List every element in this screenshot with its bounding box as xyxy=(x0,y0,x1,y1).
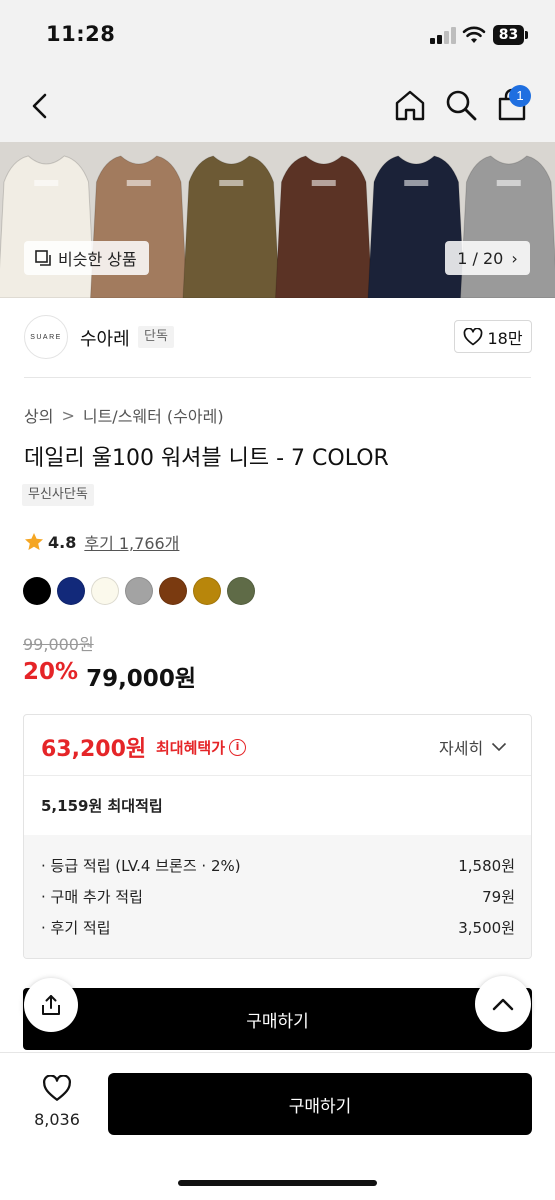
max-points: 5,159원 최대적립 xyxy=(41,797,163,815)
home-indicator xyxy=(178,1180,377,1186)
brand-row: SUARE 수아레 단독 18만 xyxy=(0,298,555,378)
clothing-label xyxy=(404,180,429,186)
rating-value: 4.8 xyxy=(48,532,77,552)
points-row-value: 1,580원 xyxy=(458,857,515,875)
color-swatch[interactable] xyxy=(193,577,221,605)
breadcrumb: 상의 > 니트/스웨터 (수아레) xyxy=(24,403,224,427)
points-row-value: 79원 xyxy=(482,888,515,906)
share-icon xyxy=(42,995,60,1015)
share-button[interactable] xyxy=(24,978,78,1032)
sweater-image xyxy=(0,155,96,298)
image-counter-text: 1 / 20 xyxy=(457,248,504,268)
cart-count-badge: 1 xyxy=(509,85,531,107)
brand-name[interactable]: 수아레 xyxy=(80,325,130,351)
status-bar: 11:28 83 xyxy=(0,0,555,70)
wishlist-count: 8,036 xyxy=(34,1110,80,1129)
info-icon[interactable]: i xyxy=(229,739,247,756)
bottom-action-bar: 8,036 구매하기 xyxy=(0,1052,555,1200)
chevron-right-icon: > xyxy=(61,405,75,425)
color-swatch[interactable] xyxy=(23,577,51,605)
original-price: 99,000원 xyxy=(23,635,94,654)
chevron-up-icon xyxy=(492,998,514,1011)
product-title: 데일리 울100 워셔블 니트 - 7 COLOR xyxy=(24,446,389,471)
signal-icon xyxy=(430,27,456,44)
clothing-label xyxy=(496,180,521,186)
similar-icon xyxy=(35,250,51,266)
scroll-top-button[interactable] xyxy=(475,976,531,1032)
points-row: · 후기 적립 3,500원 xyxy=(41,917,515,938)
max-benefit-price: 63,200원 xyxy=(41,737,147,762)
color-swatch[interactable] xyxy=(57,577,85,605)
exclusive-tag: 무신사단독 xyxy=(22,484,94,506)
top-nav xyxy=(0,70,555,142)
rating-row: 4.8 후기 1,766개 xyxy=(24,530,179,554)
chevron-down-icon xyxy=(492,742,507,752)
clothing-label xyxy=(126,180,151,186)
points-row-label: · 후기 적립 xyxy=(41,919,111,937)
buy-button[interactable]: 구매하기 xyxy=(108,1073,532,1135)
breadcrumb-item-category[interactable]: 상의 xyxy=(24,403,53,427)
details-toggle[interactable]: 자세히 xyxy=(439,735,507,759)
points-breakdown: · 등급 적립 (LV.4 브론즈 · 2%) 1,580원 · 구매 추가 적… xyxy=(24,835,531,958)
color-swatch[interactable] xyxy=(125,577,153,605)
chevron-right-icon: › xyxy=(511,248,518,268)
back-arrow-icon[interactable] xyxy=(26,90,56,122)
divider xyxy=(24,775,531,776)
points-row: · 구매 추가 적립 79원 xyxy=(41,886,515,907)
status-time: 11:28 xyxy=(46,22,116,46)
benefit-box: 63,200원 최대혜택가 i 자세히 5,159원 최대적립 · 등급 적립 … xyxy=(23,714,532,959)
image-counter[interactable]: 1 / 20 › xyxy=(445,241,530,275)
home-icon[interactable] xyxy=(393,88,427,122)
brand-exclusive-tag: 단독 xyxy=(138,326,174,348)
color-swatch[interactable] xyxy=(227,577,255,605)
inline-buy-button[interactable]: 구매하기 xyxy=(23,988,532,1050)
search-icon[interactable] xyxy=(444,88,478,122)
max-benefit-label-row[interactable]: 최대혜택가 i xyxy=(156,737,247,758)
heart-icon xyxy=(464,327,483,345)
sweater-image xyxy=(459,155,555,298)
similar-products-label: 비슷한 상품 xyxy=(58,250,137,269)
sale-price: 79,000원 xyxy=(86,666,196,692)
brand-like-count: 18만 xyxy=(487,328,523,348)
review-link[interactable]: 후기 1,766개 xyxy=(84,530,179,554)
wifi-icon xyxy=(462,26,486,43)
sweater-image xyxy=(367,155,466,298)
max-benefit-label: 최대혜택가 xyxy=(156,739,226,757)
color-swatch[interactable] xyxy=(91,577,119,605)
sweater-image xyxy=(89,155,188,298)
points-row-label: · 등급 적립 (LV.4 브론즈 · 2%) xyxy=(41,857,241,875)
discount-rate: 20% xyxy=(23,659,79,685)
sweater-image xyxy=(274,155,373,298)
points-row-value: 3,500원 xyxy=(458,919,515,937)
star-icon xyxy=(25,533,43,550)
breadcrumb-item-subcategory[interactable]: 니트/스웨터 (수아레) xyxy=(83,403,224,427)
clothing-label xyxy=(34,180,59,186)
points-row: · 등급 적립 (LV.4 브론즈 · 2%) 1,580원 xyxy=(41,855,515,876)
clothing-label xyxy=(311,180,336,186)
details-label: 자세히 xyxy=(439,739,484,758)
points-row-label: · 구매 추가 적립 xyxy=(41,888,143,906)
battery-icon xyxy=(525,31,528,39)
sweater-image xyxy=(182,155,281,298)
color-swatch[interactable] xyxy=(159,577,187,605)
sale-price-row: 20% 79,000원 xyxy=(23,659,196,693)
color-swatches xyxy=(23,577,261,605)
brand-like-button[interactable]: 18만 xyxy=(454,320,532,353)
similar-products-button[interactable]: 비슷한 상품 xyxy=(24,241,149,275)
clothing-label xyxy=(219,180,244,186)
wishlist-button[interactable]: 8,036 xyxy=(28,1074,86,1129)
product-image-carousel[interactable]: 비슷한 상품 1 / 20 › xyxy=(0,142,555,298)
brand-logo[interactable]: SUARE xyxy=(24,315,68,359)
heart-icon xyxy=(43,1074,71,1101)
divider xyxy=(24,377,531,378)
battery-level: 83 xyxy=(493,25,524,45)
